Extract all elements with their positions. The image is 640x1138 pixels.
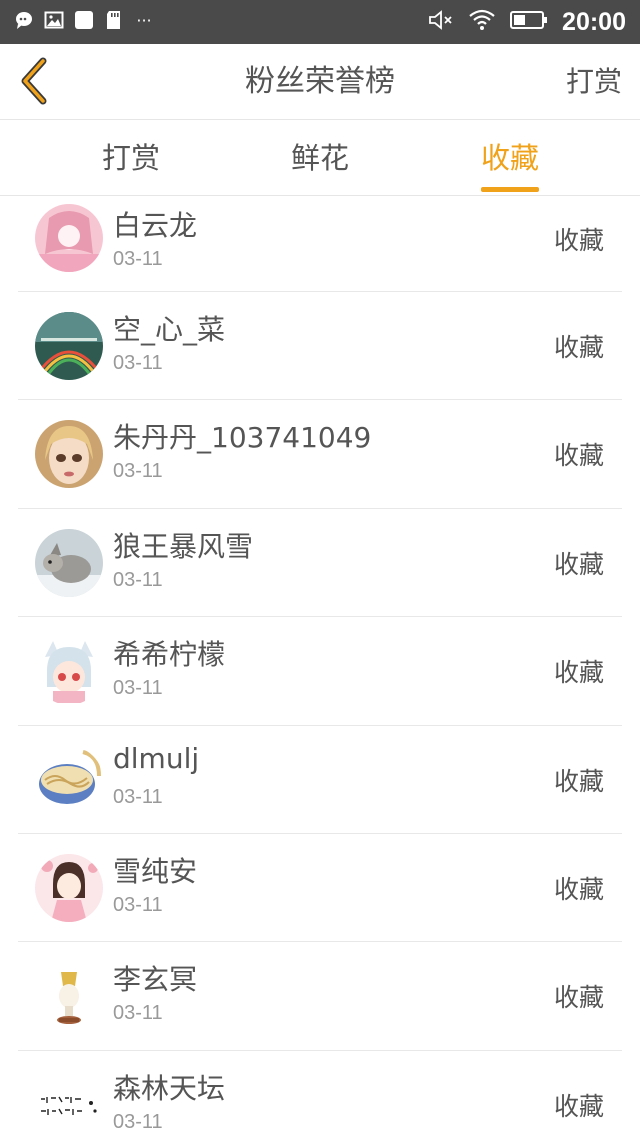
tab-label: 鲜花 — [290, 141, 349, 175]
list-item[interactable]: 希希柠檬 03-11 收藏 — [18, 617, 622, 726]
record-type: 收藏 — [553, 874, 604, 904]
record-type: 收藏 — [553, 226, 604, 255]
record-date: 03-11 — [113, 893, 163, 916]
list-item[interactable]: dlmulj 03-11 收藏 — [18, 726, 622, 834]
tab-label: 打赏 — [101, 141, 160, 175]
record-type: 收藏 — [553, 333, 604, 362]
sd-card-icon — [104, 10, 124, 30]
record-date: 03-11 — [113, 460, 163, 483]
user-name: 雪纯安 — [113, 854, 198, 888]
list-item[interactable]: 白云龙 03-11 收藏 — [18, 196, 622, 292]
tab-reward[interactable]: 打赏 — [71, 121, 191, 196]
list-item[interactable]: 狼王暴风雪 03-11 收藏 — [18, 509, 622, 618]
avatar[interactable] — [35, 1070, 103, 1138]
status-right-icons: 20:00 — [428, 0, 626, 44]
status-time: 20:00 — [562, 7, 626, 36]
record-type: 收藏 — [553, 658, 604, 688]
tab-collect[interactable]: 收藏 — [450, 121, 570, 196]
wifi-icon — [468, 9, 496, 35]
record-date: 03-11 — [113, 352, 163, 374]
tab-flowers[interactable]: 鲜花 — [260, 121, 380, 196]
record-date: 03-11 — [113, 1002, 163, 1025]
status-bar: ··· 20:00 — [0, 0, 640, 44]
user-name: 希希柠檬 — [113, 638, 226, 672]
tab-label: 收藏 — [480, 141, 539, 175]
record-type: 收藏 — [553, 1091, 604, 1121]
page-title: 粉丝荣誉榜 — [245, 64, 395, 99]
mute-icon — [428, 9, 454, 35]
reward-button[interactable]: 打赏 — [566, 44, 622, 120]
user-name: 白云龙 — [113, 209, 198, 242]
chat-notification-icon — [14, 10, 34, 30]
app-square-icon — [74, 10, 94, 30]
avatar[interactable] — [35, 637, 103, 706]
user-name: 李玄冥 — [113, 963, 198, 997]
avatar[interactable] — [35, 745, 103, 814]
user-name: 朱丹丹_103741049 — [113, 421, 372, 455]
record-date: 03-11 — [113, 568, 163, 591]
fan-list: 白云龙 03-11 收藏 空_心_菜 03-11 收藏 朱丹丹_10374104… — [0, 196, 640, 1138]
header-bar: 粉丝荣誉榜 打赏 — [0, 44, 640, 120]
list-item[interactable]: 朱丹丹_103741049 03-11 收藏 — [18, 400, 622, 509]
avatar[interactable] — [35, 962, 103, 1031]
list-item[interactable]: 空_心_菜 03-11 收藏 — [18, 292, 622, 401]
user-name: 森林天坛 — [113, 1071, 226, 1105]
record-date: 03-11 — [113, 1110, 163, 1133]
avatar[interactable] — [35, 204, 103, 272]
avatar[interactable] — [35, 420, 103, 489]
avatar[interactable] — [35, 528, 103, 597]
record-type: 收藏 — [553, 441, 604, 471]
battery-icon — [510, 9, 548, 35]
record-type: 收藏 — [553, 549, 604, 579]
list-item[interactable]: 李玄冥 03-11 收藏 — [18, 942, 622, 1051]
active-tab-indicator — [481, 187, 539, 192]
record-type: 收藏 — [553, 983, 604, 1013]
avatar[interactable] — [35, 853, 103, 922]
record-type: 收藏 — [553, 766, 604, 796]
image-icon — [44, 10, 64, 30]
record-date: 03-11 — [113, 248, 163, 270]
avatar[interactable] — [35, 312, 103, 380]
list-item[interactable]: 森林天坛 03-11 收藏 — [18, 1051, 622, 1138]
user-name: 狼王暴风雪 — [113, 529, 254, 563]
status-left-icons: ··· — [14, 10, 154, 30]
record-date: 03-11 — [113, 677, 163, 700]
tab-bar: 打赏 鲜花 收藏 — [0, 121, 640, 196]
user-name: dlmulj — [113, 741, 200, 775]
record-date: 03-11 — [113, 785, 163, 808]
user-name: 空_心_菜 — [113, 313, 226, 346]
list-item[interactable]: 雪纯安 03-11 收藏 — [18, 834, 622, 943]
more-dots-icon: ··· — [136, 10, 152, 30]
